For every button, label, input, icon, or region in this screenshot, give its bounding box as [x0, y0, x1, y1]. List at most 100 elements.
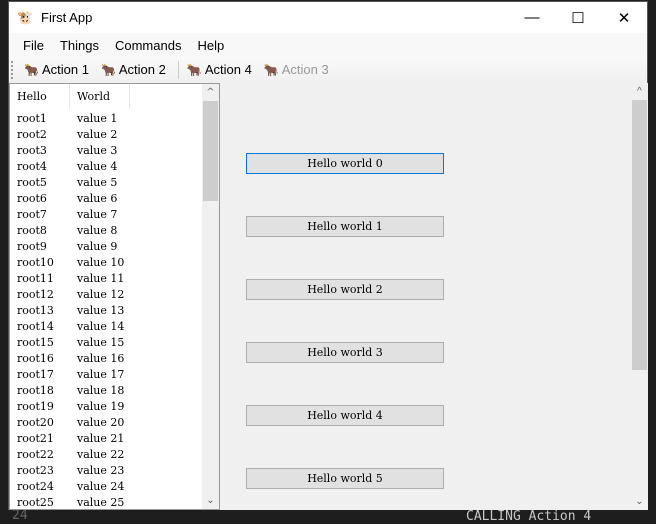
- cell-hello: root2: [17, 127, 47, 141]
- cell-hello: root16: [17, 351, 54, 365]
- tree-row[interactable]: root16 value 16: [10, 350, 219, 366]
- tree-row[interactable]: root20 value 20: [10, 414, 219, 430]
- tree-row[interactable]: root3 value 3: [10, 142, 219, 158]
- cell-hello: root21: [17, 431, 54, 445]
- tree-header: Hello World: [10, 84, 219, 109]
- tree-row[interactable]: root1 value 1: [10, 110, 219, 126]
- tree-row[interactable]: root18 value 18: [10, 382, 219, 398]
- scroll-down-icon[interactable]: ⌄: [631, 493, 648, 510]
- cell-hello: root23: [17, 463, 54, 477]
- cell-world: value 14: [77, 319, 125, 333]
- tree-row[interactable]: root17 value 17: [10, 366, 219, 382]
- minimize-button[interactable]: —: [509, 2, 555, 33]
- action-2-button[interactable]: 🐂 Action 2: [97, 62, 174, 77]
- hello-world-button-0[interactable]: Hello world 0: [246, 153, 444, 174]
- tree-row[interactable]: root13 value 13: [10, 302, 219, 318]
- cell-world: value 19: [77, 399, 125, 413]
- column-header-hello[interactable]: Hello: [10, 84, 70, 109]
- cell-hello: root7: [17, 207, 47, 221]
- hello-world-button-5[interactable]: Hello world 5: [246, 468, 444, 489]
- menu-help[interactable]: Help: [189, 38, 232, 53]
- cell-world: value 20: [77, 415, 125, 429]
- close-button[interactable]: ✕: [601, 2, 647, 33]
- cell-world: value 7: [77, 207, 118, 221]
- tree-scrollbar[interactable]: ^ ⌄: [202, 84, 219, 509]
- tree-row[interactable]: root14 value 14: [10, 318, 219, 334]
- menu-commands[interactable]: Commands: [107, 38, 189, 53]
- toolbar-grip[interactable]: [11, 60, 14, 79]
- tree-row[interactable]: root22 value 22: [10, 446, 219, 462]
- yak-icon: 🐂: [24, 62, 39, 77]
- tree-row[interactable]: root11 value 11: [10, 270, 219, 286]
- cell-hello: root8: [17, 223, 47, 237]
- menu-bar: File Things Commands Help: [9, 33, 647, 57]
- tree-row[interactable]: root25 value 25: [10, 494, 219, 510]
- tree-row[interactable]: root7 value 7: [10, 206, 219, 222]
- cell-world: value 11: [77, 271, 125, 285]
- background-console-text: CALLING Action 4: [466, 509, 592, 524]
- tree-row[interactable]: root9 value 9: [10, 238, 219, 254]
- tree-row[interactable]: root15 value 15: [10, 334, 219, 350]
- tree-row[interactable]: root23 value 23: [10, 462, 219, 478]
- cell-world: value 10: [77, 255, 125, 269]
- panel-scrollbar[interactable]: ^ ⌄: [631, 83, 648, 510]
- action-3-button: 🐂 Action 3: [263, 62, 329, 77]
- cell-world: value 17: [77, 367, 125, 381]
- tree-row[interactable]: root24 value 24: [10, 478, 219, 494]
- app-window: 🐮 First App — ☐ ✕ File Things Commands H…: [8, 1, 648, 510]
- tree-row[interactable]: root19 value 19: [10, 398, 219, 414]
- tree-row[interactable]: root10 value 10: [10, 254, 219, 270]
- scroll-thumb[interactable]: [632, 100, 647, 370]
- cell-world: value 8: [77, 223, 118, 237]
- menu-things[interactable]: Things: [52, 38, 107, 53]
- scroll-down-icon[interactable]: ⌄: [202, 492, 219, 509]
- cell-hello: root9: [17, 239, 47, 253]
- scroll-up-icon[interactable]: ^: [202, 84, 219, 101]
- hello-world-button-1[interactable]: Hello world 1: [246, 216, 444, 237]
- cell-hello: root22: [17, 447, 54, 461]
- hello-world-button-4[interactable]: Hello world 4: [246, 405, 444, 426]
- cell-world: value 9: [77, 239, 118, 253]
- tree-row[interactable]: root5 value 5: [10, 174, 219, 190]
- tree-row[interactable]: root21 value 21: [10, 430, 219, 446]
- button-panel: Hello world 0 Hello world 1 Hello world 2 H…: [220, 83, 648, 510]
- cell-hello: root13: [17, 303, 54, 317]
- cell-hello: root15: [17, 335, 54, 349]
- scroll-up-icon[interactable]: ^: [631, 83, 648, 100]
- cell-hello: root1: [17, 111, 47, 125]
- cell-world: value 6: [77, 191, 118, 205]
- tree-row[interactable]: root2 value 2: [10, 126, 219, 142]
- title-bar: 🐮 First App — ☐ ✕: [9, 2, 647, 33]
- yak-icon: 🐂: [263, 62, 279, 77]
- action-4-button[interactable]: 🐂 Action 4: [183, 62, 260, 77]
- yak-icon: 🐂: [186, 62, 202, 77]
- hello-world-button-3[interactable]: Hello world 3: [246, 342, 444, 363]
- maximize-button[interactable]: ☐: [555, 2, 601, 33]
- cell-hello: root17: [17, 367, 54, 381]
- action-1-button[interactable]: 🐂 Action 1: [20, 62, 97, 77]
- tree-row[interactable]: root12 value 12: [10, 286, 219, 302]
- cell-world: value 23: [77, 463, 125, 477]
- tree-row[interactable]: root4 value 4: [10, 158, 219, 174]
- app-icon: 🐮: [17, 9, 34, 25]
- cell-world: value 5: [77, 175, 118, 189]
- menu-file[interactable]: File: [15, 38, 52, 53]
- tree-row[interactable]: root6 value 6: [10, 190, 219, 206]
- cell-hello: root18: [17, 383, 54, 397]
- cell-world: value 24: [77, 479, 125, 493]
- cell-hello: root11: [17, 271, 54, 285]
- scroll-thumb[interactable]: [203, 101, 218, 201]
- tree-row[interactable]: root8 value 8: [10, 222, 219, 238]
- hello-world-button-2[interactable]: Hello world 2: [246, 279, 444, 300]
- cell-world: value 2: [77, 127, 118, 141]
- tree-view[interactable]: Hello World root1 value 1 root2 value 2 root…: [9, 83, 220, 510]
- column-header-world[interactable]: World: [70, 84, 130, 109]
- toolbar: 🐂 Action 1 🐂 Action 2 🐂 Action 4 🐂 Action 3: [9, 57, 647, 82]
- window-title: First App: [41, 10, 93, 25]
- cell-world: value 13: [77, 303, 125, 317]
- cell-world: value 16: [77, 351, 125, 365]
- cell-hello: root25: [17, 495, 54, 509]
- cell-world: value 3: [77, 143, 118, 157]
- cell-world: value 15: [77, 335, 125, 349]
- cell-world: value 22: [77, 447, 125, 461]
